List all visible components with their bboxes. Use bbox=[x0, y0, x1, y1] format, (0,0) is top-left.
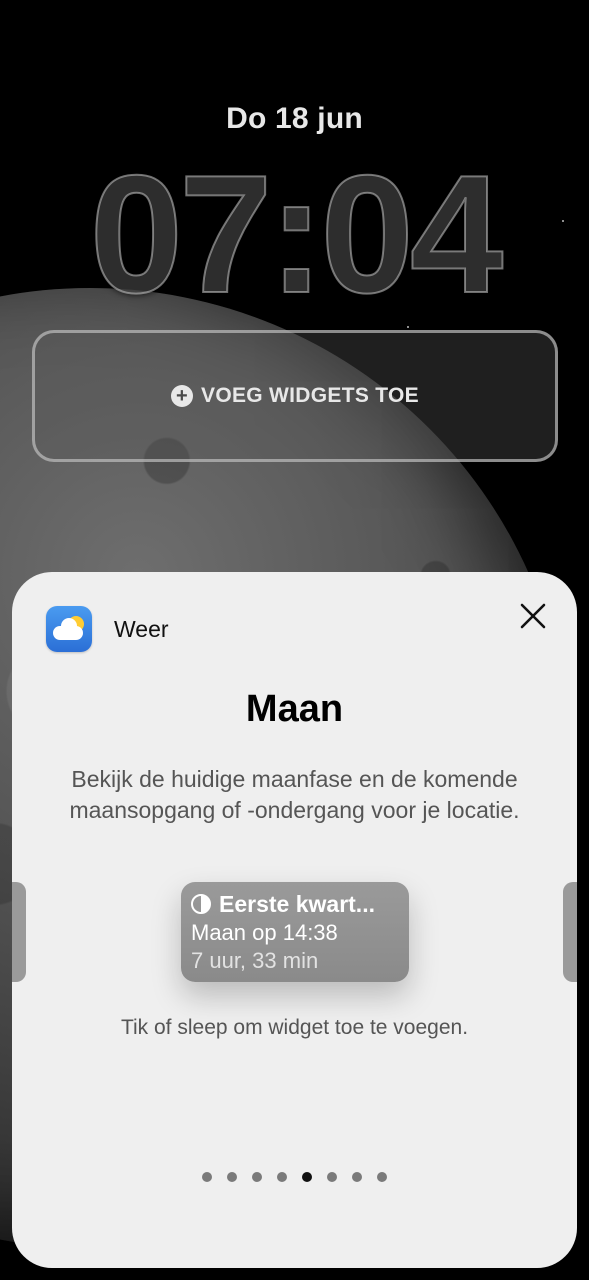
preview-countdown: 7 uur, 33 min bbox=[191, 948, 319, 973]
page-dot[interactable] bbox=[377, 1172, 387, 1182]
app-name: Weer bbox=[114, 615, 169, 642]
page-dot[interactable] bbox=[352, 1172, 362, 1182]
add-widgets-label: VOEG WIDGETS TOE bbox=[201, 384, 419, 407]
page-dot[interactable] bbox=[277, 1172, 287, 1182]
close-button[interactable] bbox=[517, 600, 549, 632]
previous-widget-peek[interactable] bbox=[12, 882, 26, 982]
page-dot[interactable] bbox=[252, 1172, 262, 1182]
widget-sheet: Weer Maan Bekijk de huidige maanfase en … bbox=[12, 572, 577, 1268]
preview-moonrise: Maan op 14:38 bbox=[191, 920, 338, 945]
close-icon bbox=[520, 603, 546, 629]
add-widgets-button[interactable]: + VOEG WIDGETS TOE bbox=[32, 330, 558, 462]
page-dot-active[interactable] bbox=[302, 1172, 312, 1182]
weather-app-icon bbox=[46, 606, 92, 652]
page-dot[interactable] bbox=[227, 1172, 237, 1182]
add-widget-hint: Tik of sleep om widget toe te voegen. bbox=[120, 1016, 469, 1039]
preview-heading: Eerste kwart... bbox=[219, 891, 375, 917]
next-widget-peek[interactable] bbox=[563, 882, 577, 982]
preview-heading-row: Eerste kwart... bbox=[191, 890, 399, 918]
lock-screen: Do 18 jun 07:04 + VOEG WIDGETS TOE Weer … bbox=[0, 0, 589, 1280]
page-dot[interactable] bbox=[202, 1172, 212, 1182]
widget-description: Bekijk de huidige maanfase en de komende… bbox=[69, 766, 520, 823]
widget-title: Maan bbox=[245, 688, 344, 730]
app-header: Weer bbox=[46, 606, 169, 652]
lockscreen-time[interactable]: 07:04 bbox=[0, 149, 589, 319]
lockscreen-date[interactable]: Do 18 jun bbox=[0, 102, 589, 136]
plus-circle-icon: + bbox=[171, 385, 194, 407]
moon-widget-preview[interactable]: Eerste kwart... Maan op 14:38 7 uur, 33 … bbox=[181, 882, 409, 982]
half-moon-icon bbox=[191, 894, 211, 914]
page-dot[interactable] bbox=[327, 1172, 337, 1182]
page-indicator[interactable] bbox=[12, 1172, 577, 1182]
